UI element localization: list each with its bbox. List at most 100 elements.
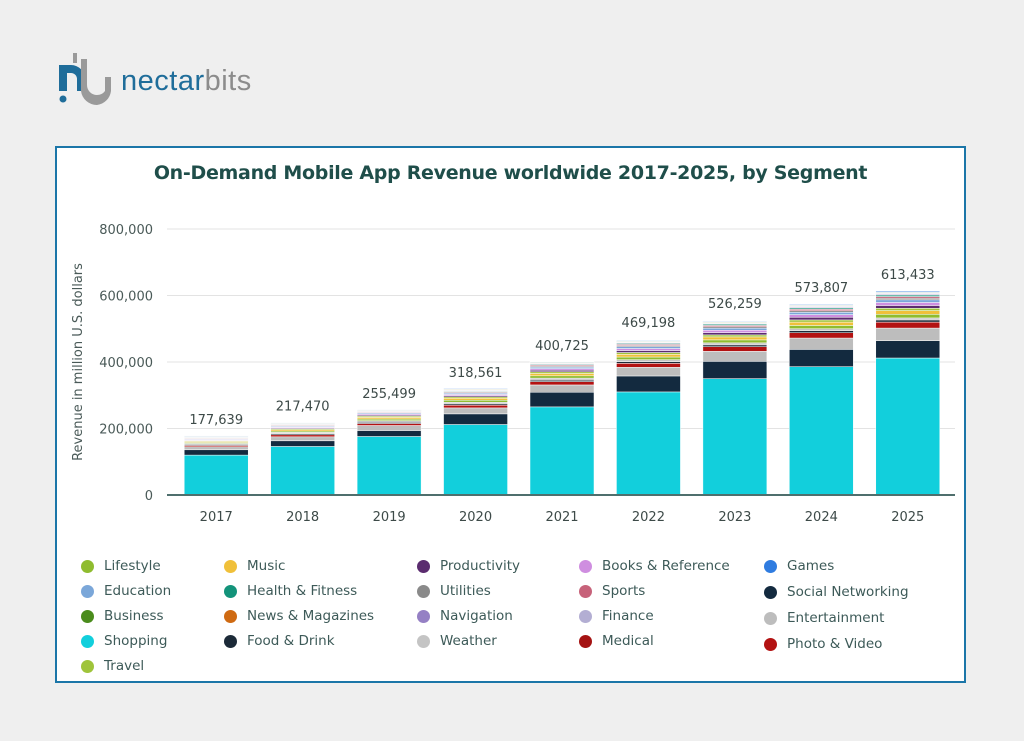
legend-swatch (764, 637, 777, 651)
legend-swatch (579, 559, 592, 573)
bar-segment (616, 356, 681, 360)
bar-segment (789, 319, 854, 323)
bar-segment (702, 336, 768, 341)
bar-segment (702, 344, 768, 347)
legend-swatch (81, 659, 94, 673)
legend-item: Health & Fitness (224, 583, 357, 599)
bar-segment (875, 308, 941, 311)
legend-swatch (81, 559, 94, 573)
bar-segment (702, 327, 768, 331)
bar-segment (875, 314, 941, 319)
bar-segment (183, 446, 249, 451)
legend-item: Social Networking (764, 584, 909, 600)
total-label: 177,639 (189, 413, 243, 428)
bar-segment (875, 305, 941, 309)
bar-segment (789, 312, 854, 315)
legend-item: Shopping (81, 633, 167, 649)
bar-segment (789, 321, 854, 326)
legend-label: Productivity (440, 558, 521, 574)
bar-segment (875, 317, 941, 321)
legend-item: Education (81, 583, 171, 599)
bar-segment (529, 392, 595, 408)
total-label: 573,807 (794, 281, 848, 296)
bar-segment (356, 425, 422, 431)
bar-segment (443, 407, 508, 415)
bar-segment (270, 436, 335, 442)
total-label: 255,499 (362, 387, 416, 402)
y-axis-label: Revenue in million U.S. dollars (71, 263, 86, 461)
bar-segment (270, 422, 335, 424)
bar-segment (702, 321, 768, 323)
bar-segment (789, 337, 854, 350)
legend-swatch (764, 559, 777, 573)
bar-segment (875, 321, 941, 329)
bar-segment (789, 317, 854, 321)
bar-segment (875, 340, 941, 359)
bar-segment (702, 378, 768, 496)
y-tick-label: 800,000 (99, 223, 153, 238)
total-label: 400,725 (535, 339, 589, 354)
legend-item: Music (224, 558, 285, 574)
legend-item: Food & Drink (224, 633, 335, 649)
bar-segment (270, 434, 335, 438)
bar-segment (183, 449, 249, 456)
bar-segment (789, 325, 854, 330)
legend-label: Medical (602, 633, 654, 649)
bar-segment (702, 351, 768, 362)
bar-segment (875, 319, 941, 323)
bar-segment (702, 334, 768, 338)
bar-segment (529, 375, 595, 379)
legend-swatch (764, 585, 777, 599)
chart-legend: Lifestyle Education Business Shopping Travel… (81, 558, 961, 678)
y-tick-label: 400,000 (99, 356, 153, 371)
brand-name-part1: nectar (121, 64, 205, 97)
bar-segment (789, 332, 854, 339)
legend-swatch (81, 609, 94, 623)
bar-segment (702, 339, 768, 344)
x-tick-label: 2017 (200, 510, 233, 525)
legend-item: Finance (579, 608, 654, 624)
total-label: 217,470 (276, 400, 330, 415)
legend-label: Books & Reference (602, 558, 730, 574)
legend-item: Games (764, 558, 834, 574)
bar-segment (702, 329, 768, 333)
legend-label: Health & Fitness (247, 583, 358, 599)
total-label: 318,561 (449, 366, 503, 381)
legend-label: Shopping (104, 633, 168, 649)
legend-swatch (417, 559, 430, 573)
bar-segment (875, 310, 941, 315)
legend-label: Utilities (440, 583, 491, 599)
bar-segment (875, 357, 941, 496)
brand-logo: nectarbits (55, 50, 252, 110)
brand-name: nectarbits (121, 65, 252, 98)
bar-segment (875, 302, 941, 306)
x-tick-label: 2024 (805, 510, 838, 525)
bar-segment (270, 440, 335, 447)
x-tick-label: 2019 (373, 510, 406, 525)
legend-swatch (81, 584, 94, 598)
legend-swatch (224, 634, 237, 648)
legend-label: Weather (440, 633, 497, 649)
bar-segment (616, 346, 681, 349)
legend-label: Business (104, 608, 164, 624)
legend-swatch (224, 559, 237, 573)
bar-segment (616, 367, 681, 377)
bar-segment (789, 366, 854, 496)
legend-label: Sports (602, 583, 646, 599)
legend-item: Productivity (417, 558, 520, 574)
legend-item: Books & Reference (579, 558, 730, 574)
bar-segment (789, 328, 854, 331)
legend-label: Social Networking (787, 584, 909, 600)
x-tick-label: 2022 (632, 510, 665, 525)
bar-segment (356, 436, 422, 496)
legend-item: Travel (81, 658, 144, 674)
legend-item: Lifestyle (81, 558, 161, 574)
bar-segment (356, 430, 422, 437)
bar-segment (616, 350, 681, 353)
bar-segment (183, 435, 249, 437)
legend-item: News & Magazines (224, 608, 374, 624)
legend-swatch (579, 584, 592, 598)
legend-label: Education (104, 583, 172, 599)
bar-segment (789, 314, 854, 318)
legend-label: Food & Drink (247, 633, 335, 649)
